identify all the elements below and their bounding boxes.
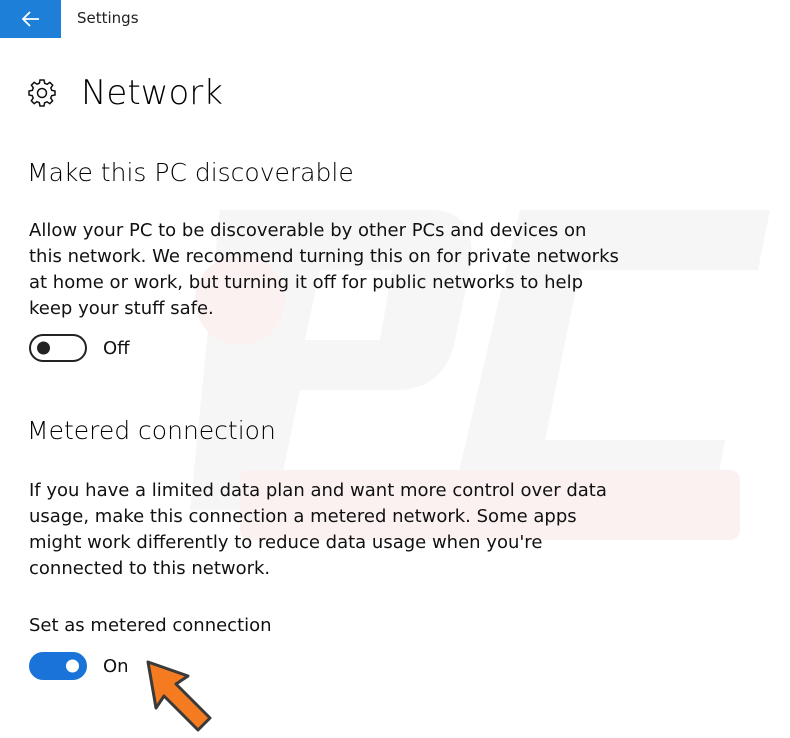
discoverable-toggle[interactable]: Off xyxy=(29,334,130,362)
toggle-switch-on[interactable] xyxy=(29,652,87,680)
toggle-knob xyxy=(37,341,50,355)
title-bar: Settings xyxy=(0,0,790,38)
gear-icon xyxy=(28,79,56,107)
metered-description: If you have a limited data plan and want… xyxy=(29,480,607,579)
metered-setting-label: Set as metered connection xyxy=(29,615,272,636)
pointer-arrow-icon xyxy=(146,660,212,732)
metered-toggle-state: On xyxy=(103,655,129,677)
metered-toggle[interactable]: On xyxy=(29,652,129,680)
back-button[interactable] xyxy=(0,0,61,38)
window-title: Settings xyxy=(77,9,139,27)
toggle-knob xyxy=(66,659,79,673)
discoverable-description: Allow your PC to be discoverable by othe… xyxy=(29,220,619,319)
toggle-switch-off[interactable] xyxy=(29,334,87,362)
metered-heading: Metered connection xyxy=(27,416,276,445)
page-title: Network xyxy=(81,73,223,113)
page-header: Network xyxy=(27,70,223,116)
back-arrow-icon xyxy=(21,11,39,27)
discoverable-heading: Make this PC discoverable xyxy=(27,158,354,187)
discoverable-toggle-state: Off xyxy=(103,337,130,359)
